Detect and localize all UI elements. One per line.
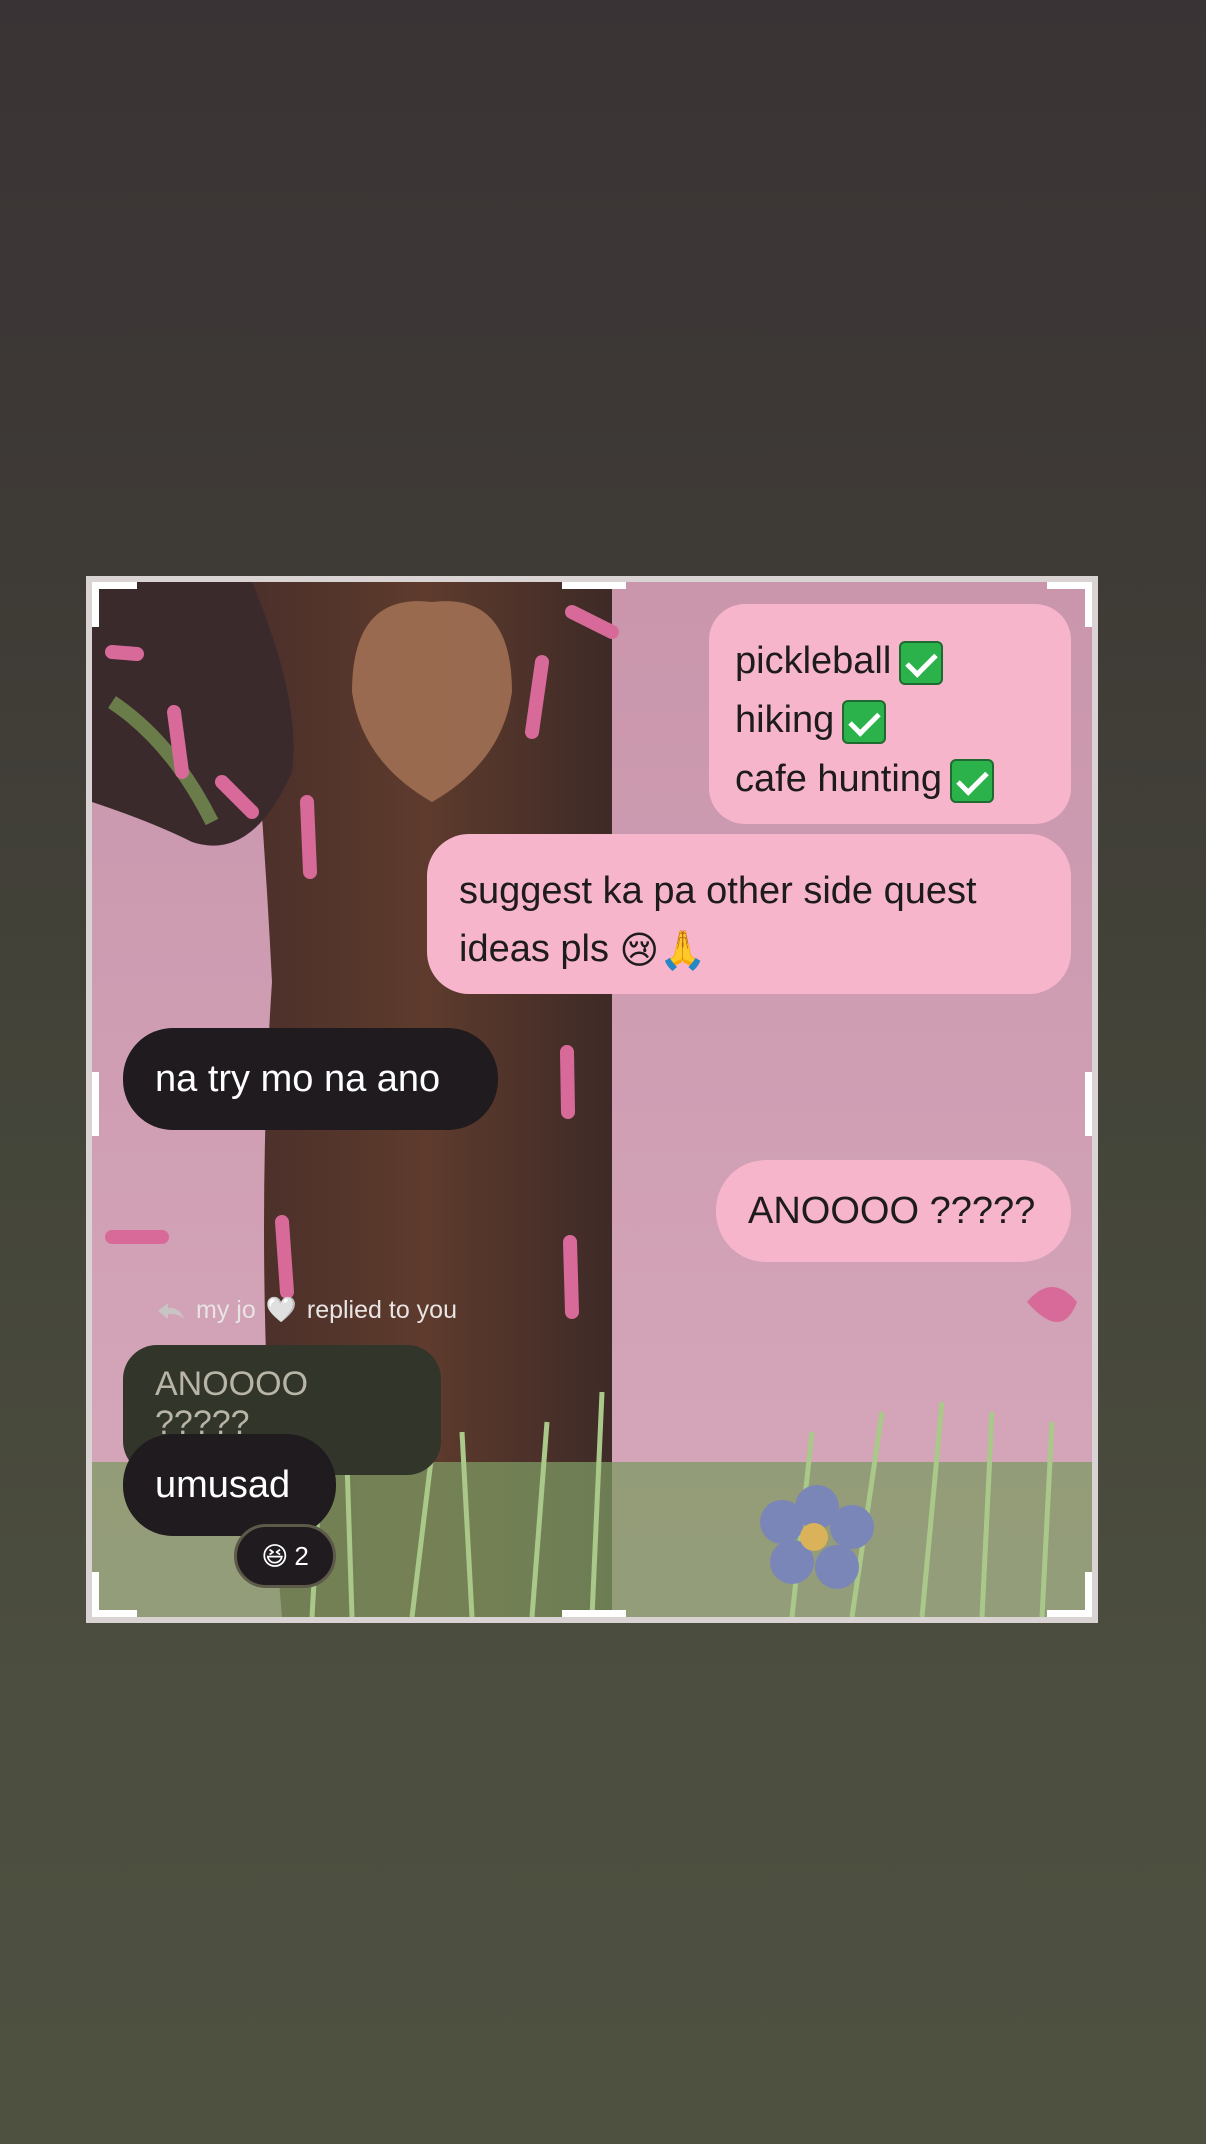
outgoing-message-suggest: suggest ka pa other side quest ideas pls… (427, 834, 1071, 994)
reply-label: replied to you (306, 1296, 457, 1324)
reaction-count: 2 (294, 1540, 309, 1571)
crop-handle-bottom-left-vertical[interactable] (92, 1572, 99, 1617)
check-mark-icon (950, 758, 995, 803)
message-text: na try mo na ano (155, 1058, 441, 1100)
list-item-text: pickleball (735, 640, 892, 682)
list-item: pickleball (735, 632, 1045, 691)
reply-header: my jo 🤍 replied to you (156, 1296, 457, 1325)
message-text: suggest ka pa other side quest ideas pls (459, 870, 977, 970)
white-heart-icon: 🤍 (265, 1296, 297, 1324)
crop-handle-bottom-right-vertical[interactable] (1085, 1572, 1092, 1617)
reply-arrow-icon (158, 1302, 184, 1319)
reply-sender: my jo (196, 1296, 256, 1324)
message-text: umusad (155, 1464, 291, 1506)
incoming-message-try: na try mo na ano (123, 1028, 498, 1130)
crop-handle-top-left-vertical[interactable] (92, 582, 99, 627)
story-image-frame[interactable]: pickleball hiking cafe hunting suggest k… (86, 576, 1098, 1623)
crop-handle-right-middle[interactable] (1085, 1072, 1092, 1136)
quoted-text: ANOOOO ????? (155, 1365, 309, 1442)
laughing-emoji-icon: 😆 (261, 1540, 289, 1571)
check-mark-icon (899, 640, 944, 685)
reaction-badge[interactable]: 😆 2 (234, 1524, 336, 1588)
incoming-message-umusad: umusad (123, 1434, 336, 1536)
crop-handle-bottom-middle[interactable] (562, 1610, 626, 1617)
crop-handle-left-middle[interactable] (92, 1072, 99, 1136)
outgoing-message-list: pickleball hiking cafe hunting (709, 604, 1071, 824)
list-item-text: cafe hunting (735, 758, 943, 800)
list-item-text: hiking (735, 699, 835, 741)
list-item: cafe hunting (735, 750, 1045, 809)
list-item: hiking (735, 691, 1045, 750)
crying-praying-emoji-icon: 😢🙏 (619, 929, 707, 972)
message-text: ANOOOO ????? (748, 1190, 1036, 1232)
outgoing-message-anoooo: ANOOOO ????? (716, 1160, 1071, 1262)
check-mark-icon (842, 699, 887, 744)
crop-handle-top-right-vertical[interactable] (1085, 582, 1092, 627)
crop-handle-top-middle[interactable] (562, 582, 626, 589)
